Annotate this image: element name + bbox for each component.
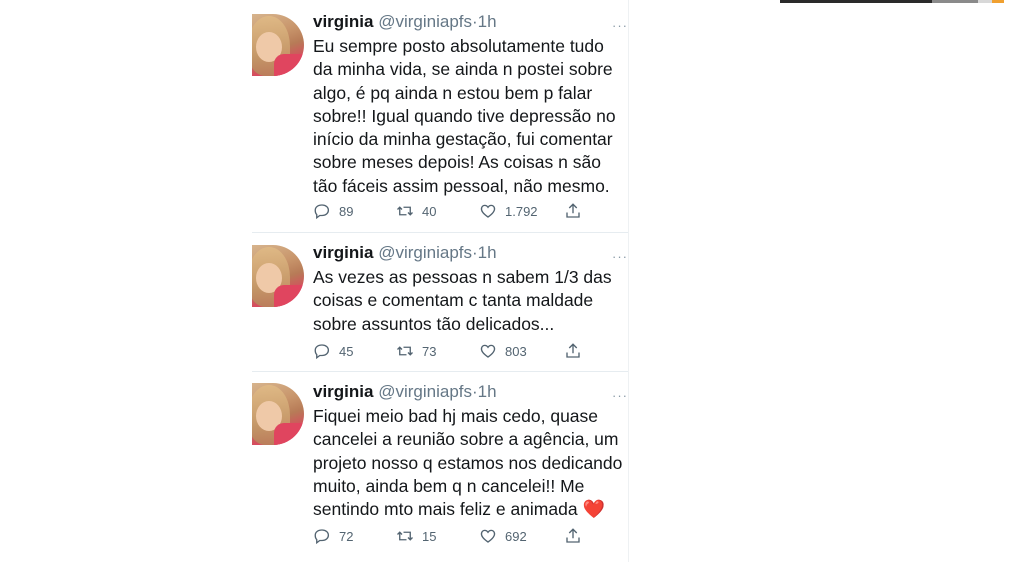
tweet-actions: 45 73 803: [313, 342, 613, 364]
red-heart-emoji: ❤️: [582, 499, 605, 520]
tweet-text: As vezes as pessoas n sabem 1/3 das cois…: [313, 267, 612, 334]
tweet[interactable]: virginia @virginiapfs·1h ··· Eu sempre p…: [252, 0, 628, 233]
share-icon: [566, 528, 580, 543]
retweet-count: 15: [422, 528, 437, 544]
timestamp[interactable]: 1h: [478, 243, 497, 262]
tweet-header: virginia @virginiapfs·1h: [313, 243, 497, 263]
reply-button[interactable]: 72: [313, 527, 353, 545]
more-options-icon[interactable]: ···: [612, 249, 628, 264]
author-name[interactable]: virginia: [313, 12, 373, 31]
retweet-icon: [397, 531, 413, 541]
tweet-header: virginia @virginiapfs·1h: [313, 12, 497, 32]
retweet-button[interactable]: 73: [396, 342, 436, 360]
tweet-feed: virginia @virginiapfs·1h ··· Eu sempre p…: [252, 0, 629, 562]
like-count: 1.792: [505, 203, 538, 219]
more-options-icon[interactable]: ···: [612, 388, 628, 403]
retweet-count: 40: [422, 203, 437, 219]
tweet-text-body: Fiquei meio bad hj mais cedo, quase canc…: [313, 406, 623, 520]
retweet-count: 73: [422, 343, 437, 359]
more-options-icon[interactable]: ···: [612, 18, 628, 33]
reply-button[interactable]: 89: [313, 202, 353, 220]
tweet-actions: 72 15 692: [313, 527, 613, 549]
retweet-icon: [397, 346, 413, 356]
timestamp[interactable]: 1h: [478, 12, 497, 31]
reply-count: 72: [339, 528, 354, 544]
author-name[interactable]: virginia: [313, 382, 373, 401]
reply-count: 45: [339, 343, 354, 359]
like-button[interactable]: 1.792: [479, 202, 538, 220]
tweet-text: Fiquei meio bad hj mais cedo, quase canc…: [313, 405, 628, 521]
share-icon: [566, 343, 580, 358]
avatar[interactable]: [252, 245, 304, 307]
tweet[interactable]: virginia @virginiapfs·1h ··· As vezes as…: [252, 232, 628, 372]
share-button[interactable]: [564, 202, 582, 220]
reply-icon: [314, 204, 330, 220]
reply-icon: [314, 344, 330, 360]
avatar[interactable]: [252, 14, 304, 76]
tweet-actions: 89 40 1.792: [313, 202, 613, 224]
share-button[interactable]: [564, 527, 582, 545]
like-count: 692: [505, 528, 527, 544]
author-handle[interactable]: @virginiapfs: [378, 382, 472, 401]
retweet-icon: [397, 206, 413, 216]
reply-icon: [314, 529, 330, 545]
tweet-text: Eu sempre posto absolutamente tudo da mi…: [313, 36, 616, 196]
like-button[interactable]: 692: [479, 527, 527, 545]
reply-button[interactable]: 45: [313, 342, 353, 360]
avatar[interactable]: [252, 383, 304, 445]
tweet[interactable]: virginia @virginiapfs·1h ··· Fiquei meio…: [252, 371, 628, 562]
top-progress-bar: [780, 0, 1004, 3]
share-icon: [566, 203, 580, 218]
timestamp[interactable]: 1h: [478, 382, 497, 401]
author-name[interactable]: virginia: [313, 243, 373, 262]
author-handle[interactable]: @virginiapfs: [378, 243, 472, 262]
tweet-header: virginia @virginiapfs·1h: [313, 382, 497, 402]
heart-icon: [480, 344, 496, 358]
like-button[interactable]: 803: [479, 342, 527, 360]
retweet-button[interactable]: 40: [396, 202, 436, 220]
share-button[interactable]: [564, 342, 582, 360]
reply-count: 89: [339, 203, 354, 219]
author-handle[interactable]: @virginiapfs: [378, 12, 472, 31]
like-count: 803: [505, 343, 527, 359]
heart-icon: [480, 529, 496, 543]
retweet-button[interactable]: 15: [396, 527, 436, 545]
heart-icon: [480, 204, 496, 218]
